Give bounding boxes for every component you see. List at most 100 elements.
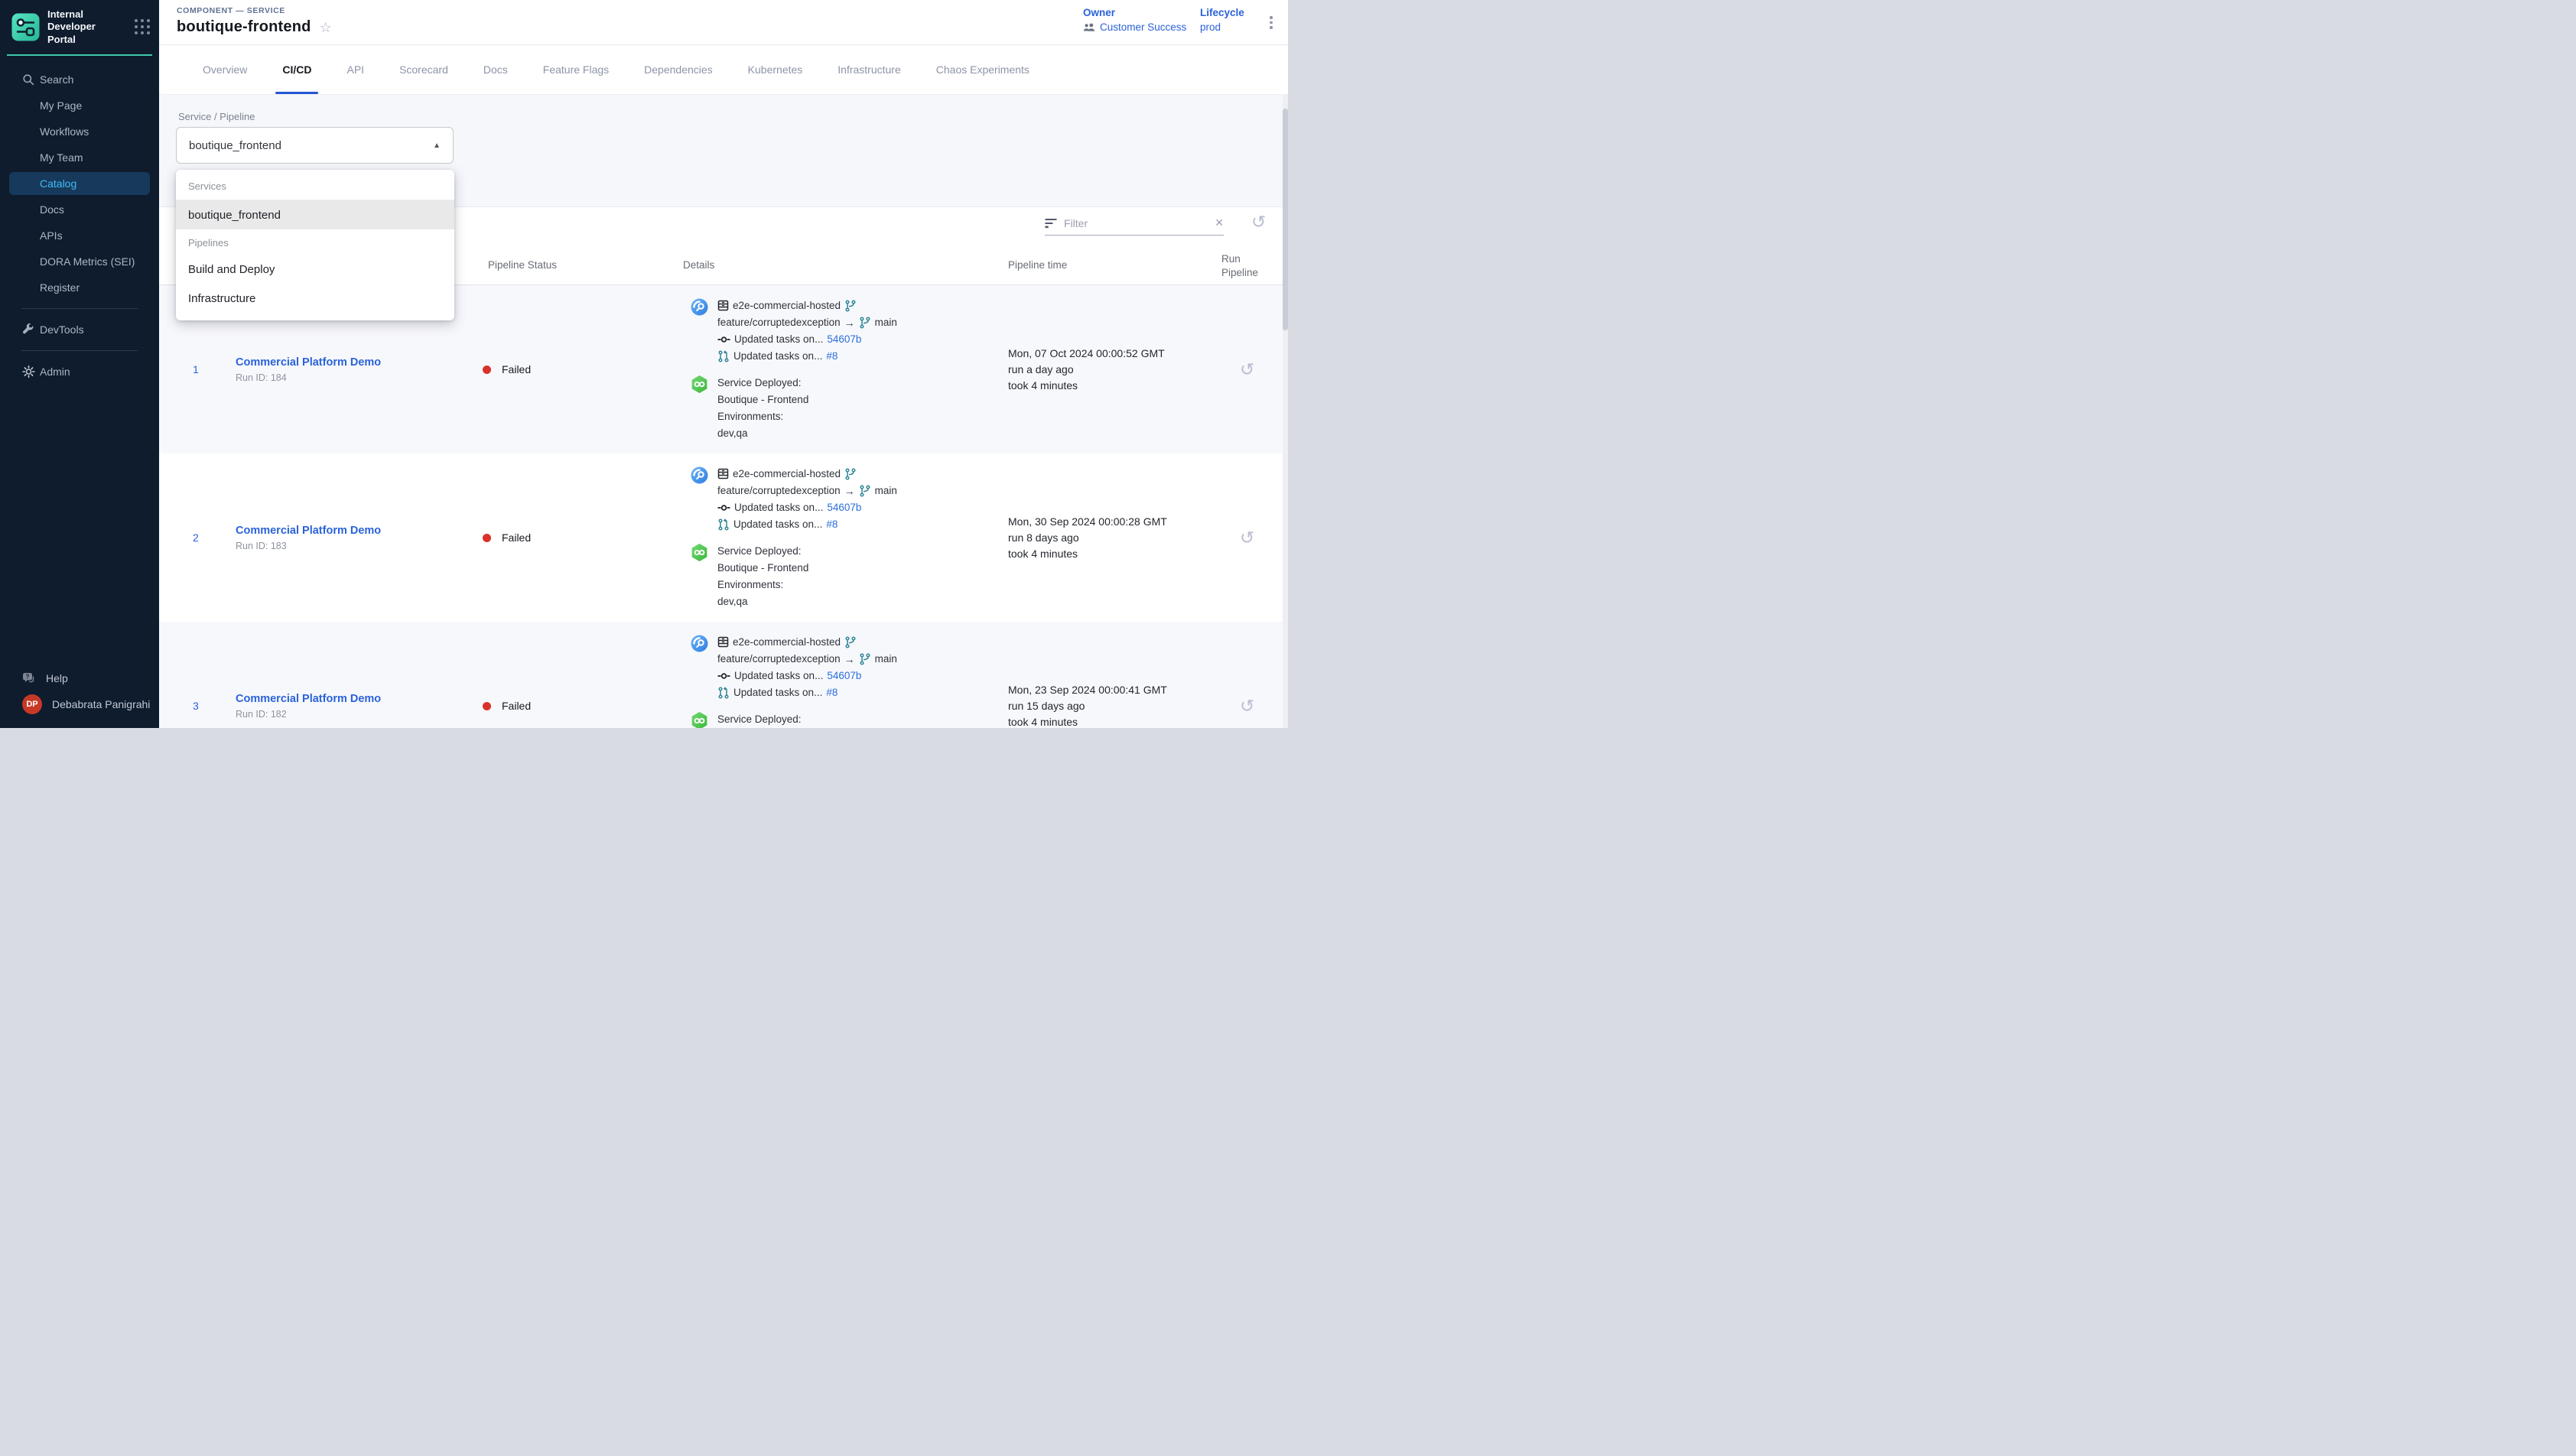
- pipeline-time-cell: Mon, 07 Oct 2024 00:00:52 GMT run a day …: [997, 346, 1226, 394]
- table-row: 3 Commercial Platform Demo Run ID: 182 F…: [159, 622, 1288, 728]
- commit-icon: [717, 503, 730, 512]
- run-date: Mon, 07 Oct 2024 00:00:52 GMT: [1008, 346, 1226, 362]
- sidebar: Internal Developer Portal Search My Page…: [0, 0, 159, 728]
- environments-label: Environments:: [717, 577, 808, 593]
- sidebar-item-my-team[interactable]: My Team: [0, 145, 159, 171]
- source-branch: feature/corruptedexception: [717, 483, 841, 499]
- sidebar-item-dora-metrics[interactable]: DORA Metrics (SEI): [0, 249, 159, 275]
- pipeline-name-cell: Commercial Platform Demo Run ID: 182: [236, 693, 473, 720]
- source-branch: feature/corruptedexception: [717, 315, 841, 330]
- help-label: Help: [46, 672, 68, 684]
- deployed-label: Service Deployed:: [717, 375, 808, 391]
- pr-message: Updated tasks on...: [733, 517, 822, 532]
- sidebar-item-label: DORA Metrics (SEI): [40, 255, 135, 268]
- pr-link[interactable]: #8: [826, 349, 838, 364]
- sidebar-item-admin[interactable]: Admin: [0, 359, 159, 385]
- tab-overview[interactable]: Overview: [185, 45, 265, 94]
- repo-name: e2e-commercial-hosted: [733, 298, 841, 314]
- details-cell: e2e-commercial-hosted feature/corruptede…: [679, 466, 997, 609]
- lifecycle-label: Lifecycle: [1200, 7, 1244, 18]
- app-grid-icon[interactable]: [135, 19, 150, 34]
- run-id: Run ID: 184: [236, 372, 473, 383]
- deployed-label: Service Deployed:: [717, 712, 808, 727]
- repo-name: e2e-commercial-hosted: [733, 635, 841, 650]
- owner-link[interactable]: Customer Success: [1100, 21, 1186, 33]
- rerun-pipeline-icon[interactable]: ↺: [1240, 696, 1254, 716]
- rerun-pipeline-icon[interactable]: ↺: [1240, 359, 1254, 379]
- run-date: Mon, 23 Sep 2024 00:00:41 GMT: [1008, 682, 1226, 698]
- sidebar-item-label: My Team: [40, 151, 83, 164]
- sidebar-item-apis[interactable]: APIs: [0, 223, 159, 249]
- filter-field[interactable]: ✕: [1045, 216, 1224, 236]
- commit-message: Updated tasks on...: [734, 500, 823, 515]
- arrow-right-icon: →: [844, 652, 855, 667]
- tab-scorecard[interactable]: Scorecard: [382, 45, 466, 94]
- pr-link[interactable]: #8: [826, 517, 838, 532]
- entity-header: COMPONENT — SERVICE boutique-frontend ☆ …: [159, 0, 1288, 45]
- menu-option-build-and-deploy[interactable]: Build and Deploy: [176, 255, 454, 284]
- commit-icon: [717, 671, 730, 681]
- git-branch-icon: [844, 636, 857, 648]
- sidebar-item-label: Catalog: [40, 177, 76, 190]
- repository-icon: [717, 636, 729, 648]
- pr-link[interactable]: #8: [826, 685, 838, 700]
- cicd-content: Service / Pipeline boutique_frontend ▲ S…: [159, 95, 1288, 728]
- sidebar-item-devtools[interactable]: DevTools: [0, 317, 159, 343]
- run-ago: run 15 days ago: [1008, 698, 1226, 714]
- user-menu[interactable]: DP Debabrata Panigrahi: [0, 691, 159, 717]
- filter-input[interactable]: [1064, 217, 1186, 229]
- sidebar-item-workflows[interactable]: Workflows: [0, 119, 159, 145]
- breadcrumb: COMPONENT — SERVICE: [177, 6, 285, 15]
- target-branch: main: [875, 315, 897, 330]
- sidebar-item-catalog[interactable]: Catalog: [9, 172, 150, 195]
- details-cell: e2e-commercial-hosted feature/corruptede…: [679, 298, 997, 441]
- run-duration: took 4 minutes: [1008, 714, 1226, 729]
- wrench-icon: [22, 323, 34, 336]
- scrollbar-thumb[interactable]: [1283, 109, 1288, 330]
- pipeline-select-menu: Services boutique_frontend Pipelines Bui…: [176, 170, 454, 320]
- refresh-icon[interactable]: ↺: [1251, 213, 1266, 231]
- pull-request-icon: [717, 350, 730, 362]
- environments-value: dev,qa: [717, 426, 808, 441]
- search-icon: [22, 73, 34, 86]
- tab-chaos-experiments[interactable]: Chaos Experiments: [919, 45, 1047, 94]
- menu-group-services: Services: [176, 173, 454, 200]
- help-chat-icon: ?: [22, 672, 36, 684]
- pipeline-select[interactable]: boutique_frontend ▲: [176, 127, 454, 164]
- commit-link[interactable]: 54607b: [827, 668, 861, 684]
- sidebar-item-register[interactable]: Register: [0, 275, 159, 301]
- menu-option-infrastructure[interactable]: Infrastructure: [176, 284, 454, 313]
- vertical-scrollbar[interactable]: [1283, 95, 1288, 728]
- sidebar-item-my-page[interactable]: My Page: [0, 93, 159, 119]
- tab-dependencies[interactable]: Dependencies: [626, 45, 730, 94]
- tab-feature-flags[interactable]: Feature Flags: [525, 45, 626, 94]
- run-ago: run 8 days ago: [1008, 530, 1226, 546]
- pipeline-link[interactable]: Commercial Platform Demo: [236, 693, 473, 705]
- tab-api[interactable]: API: [329, 45, 382, 94]
- clear-filter-icon[interactable]: ✕: [1215, 216, 1224, 229]
- more-options-kebab-icon[interactable]: [1267, 13, 1276, 32]
- menu-option-boutique-frontend[interactable]: boutique_frontend: [176, 200, 454, 229]
- run-duration: took 4 minutes: [1008, 546, 1226, 562]
- pipeline-link[interactable]: Commercial Platform Demo: [236, 525, 473, 537]
- status-cell: Failed: [473, 531, 679, 544]
- deployed-service: Boutique - Frontend: [717, 392, 808, 408]
- commit-link[interactable]: 54607b: [827, 332, 861, 347]
- sidebar-item-docs[interactable]: Docs: [0, 197, 159, 223]
- sidebar-item-search[interactable]: Search: [0, 67, 159, 93]
- run-ago: run a day ago: [1008, 362, 1226, 378]
- tab-docs[interactable]: Docs: [466, 45, 525, 94]
- pipeline-link[interactable]: Commercial Platform Demo: [236, 356, 473, 369]
- status-text: Failed: [502, 363, 531, 375]
- favorite-star-icon[interactable]: ☆: [320, 21, 332, 34]
- lifecycle-block: Lifecycle prod: [1200, 7, 1244, 33]
- app-logo-icon[interactable]: [11, 13, 40, 41]
- tab-cicd[interactable]: CI/CD: [265, 45, 329, 94]
- commit-icon: [717, 335, 730, 344]
- commit-link[interactable]: 54607b: [827, 500, 861, 515]
- help-button[interactable]: ? Help: [0, 665, 159, 691]
- sidebar-nav: Search My Page Workflows My Team Catalog…: [0, 56, 159, 385]
- tab-kubernetes[interactable]: Kubernetes: [730, 45, 821, 94]
- tab-infrastructure[interactable]: Infrastructure: [820, 45, 918, 94]
- rerun-pipeline-icon[interactable]: ↺: [1240, 528, 1254, 548]
